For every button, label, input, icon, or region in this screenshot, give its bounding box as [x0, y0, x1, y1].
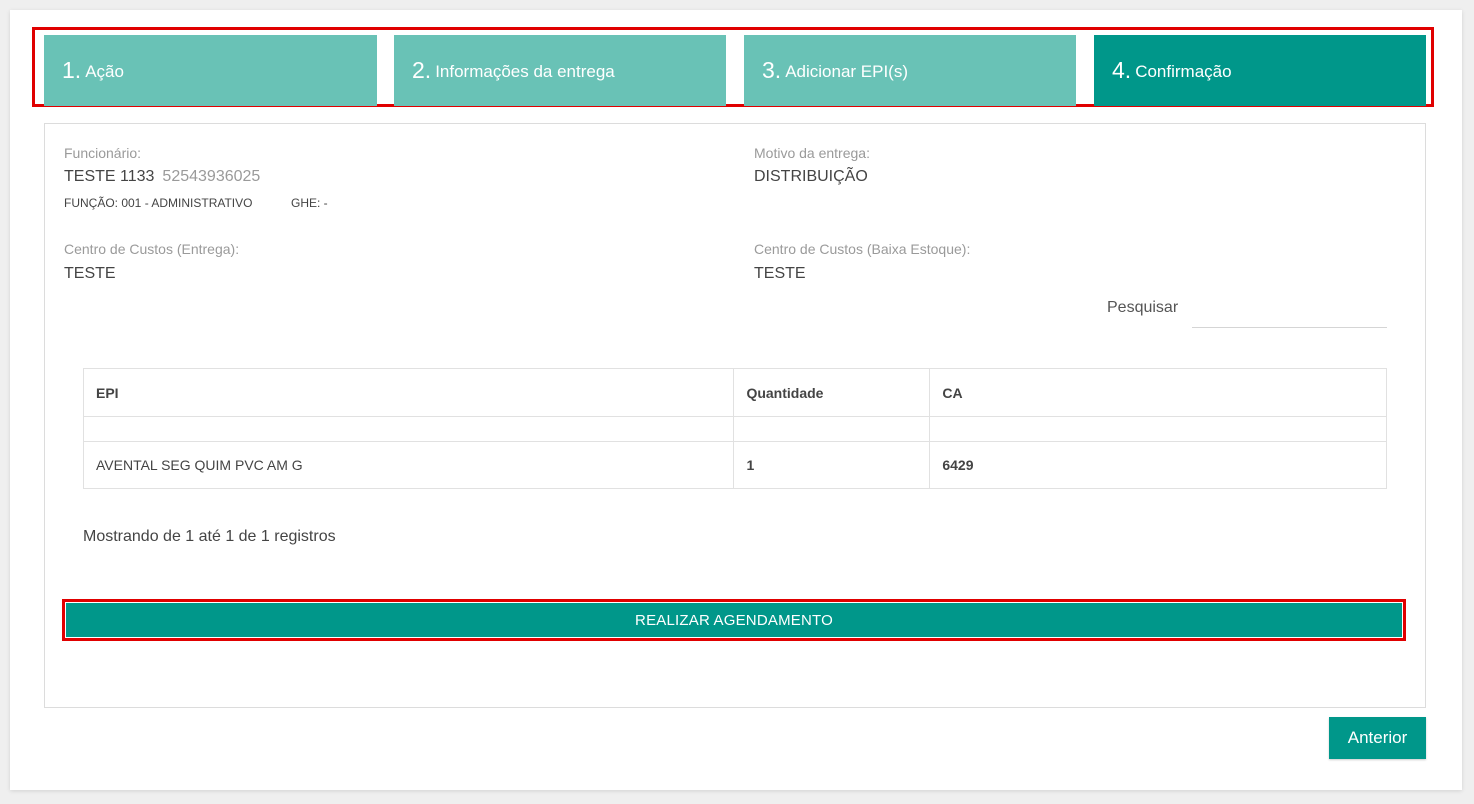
- step-label: Confirmação: [1135, 61, 1232, 81]
- employee-value: TESTE 1133 52543936025: [64, 168, 260, 186]
- employee-function: FUNÇÃO: 001 - ADMINISTRATIVO: [64, 196, 253, 210]
- step-adicionar-epis[interactable]: 3. Adicionar EPI(s): [744, 35, 1076, 106]
- step-number: 4.: [1112, 57, 1132, 83]
- cost-center-delivery-label: Centro de Custos (Entrega):: [64, 241, 240, 257]
- column-header-epi[interactable]: EPI: [82, 368, 735, 417]
- step-label: Ação: [85, 61, 124, 81]
- delivery-reason-label: Motivo da entrega:: [754, 145, 870, 161]
- cell-epi: AVENTAL SEG QUIM PVC AM G: [82, 441, 735, 489]
- step-number: 1.: [62, 57, 82, 83]
- epi-table: EPI Quantidade CA AVENTAL SEG QUIM PVC A…: [82, 368, 1387, 489]
- cost-center-delivery-value: TESTE: [64, 265, 116, 282]
- cost-center-stock-label: Centro de Custos (Baixa Estoque):: [754, 241, 971, 257]
- step-label: Informações da entrega: [435, 61, 615, 81]
- employee-ghe: GHE: -: [291, 196, 328, 210]
- records-info: Mostrando de 1 até 1 de 1 registros: [83, 528, 336, 545]
- cost-center-stock-value: TESTE: [754, 265, 806, 282]
- schedule-button[interactable]: REALIZAR AGENDAMENTO: [66, 603, 1402, 637]
- column-header-quantidade[interactable]: Quantidade: [733, 368, 931, 417]
- cell-quantidade: 1: [733, 441, 931, 489]
- previous-button[interactable]: Anterior: [1329, 717, 1426, 759]
- step-confirmacao[interactable]: 4. Confirmação: [1094, 35, 1426, 106]
- table-spacer-row: [82, 416, 1387, 442]
- employee-document: 52543936025: [162, 168, 261, 185]
- table-row[interactable]: AVENTAL SEG QUIM PVC AM G 1 6429: [82, 441, 1387, 489]
- employee-name: TESTE 1133: [64, 168, 155, 185]
- table-header-row: EPI Quantidade CA: [82, 368, 1387, 417]
- search-label: Pesquisar: [1107, 299, 1179, 316]
- column-header-ca[interactable]: CA: [929, 368, 1387, 417]
- step-informacoes-da-entrega[interactable]: 2. Informações da entrega: [394, 35, 726, 106]
- step-acao[interactable]: 1. Ação: [44, 35, 377, 106]
- employee-label: Funcionário:: [64, 145, 142, 161]
- step-label: Adicionar EPI(s): [785, 61, 909, 81]
- step-number: 2.: [412, 57, 432, 83]
- search-input[interactable]: [1192, 292, 1387, 328]
- cell-ca: 6429: [929, 441, 1387, 489]
- step-number: 3.: [762, 57, 782, 83]
- delivery-reason-value: DISTRIBUIÇÃO: [754, 168, 868, 185]
